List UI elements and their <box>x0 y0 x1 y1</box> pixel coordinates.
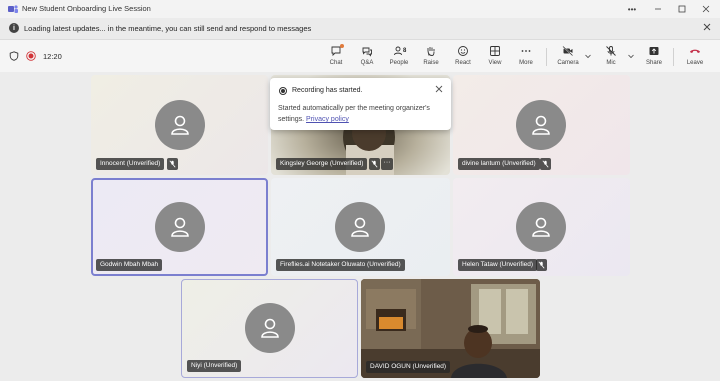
react-label: React <box>455 60 471 66</box>
mic-muted-icon <box>536 259 547 271</box>
recording-notification: Recording has started. Started automatic… <box>270 78 451 130</box>
minimize-button[interactable] <box>648 2 668 16</box>
mic-muted-icon <box>540 158 551 170</box>
teams-logo-icon <box>8 5 18 13</box>
raise-label: Raise <box>423 60 439 66</box>
participant-name: DAVID OGUN (Unverified) <box>366 361 451 373</box>
window-title: New Student Onboarding Live Session <box>22 4 151 13</box>
shield-icon[interactable] <box>9 51 19 61</box>
hand-icon <box>427 47 435 56</box>
participant-name: Fireflies.ai Notetaker Oluwato (Unverifi… <box>276 259 405 271</box>
phone-hangup-icon <box>690 49 700 53</box>
more-button[interactable]: More <box>511 43 541 71</box>
person-icon <box>261 318 279 338</box>
view-button[interactable]: View <box>480 43 510 71</box>
title-bar: New Student Onboarding Live Session ••• <box>0 0 720 18</box>
react-button[interactable]: React <box>448 43 478 71</box>
person-icon <box>171 115 189 135</box>
toolbar-divider <box>673 48 674 66</box>
close-icon <box>435 85 443 93</box>
chat-button[interactable]: Chat <box>321 43 351 71</box>
grid-icon <box>490 46 500 56</box>
participant-tile[interactable]: Innocent (Unverified) <box>91 75 268 175</box>
person-icon <box>532 115 550 135</box>
notification-body: Started automatically per the meeting or… <box>278 103 448 125</box>
mic-button[interactable]: Mic <box>596 43 626 71</box>
recording-icon[interactable] <box>26 51 36 61</box>
camera-button[interactable]: Camera <box>553 43 583 71</box>
privacy-policy-link[interactable]: Privacy policy <box>306 116 349 123</box>
mic-muted-icon <box>369 158 380 170</box>
minimize-icon <box>655 8 661 10</box>
person-icon <box>171 217 189 237</box>
leave-button[interactable]: Leave <box>680 43 710 71</box>
mic-label: Mic <box>606 60 616 66</box>
avatar <box>516 202 566 252</box>
camera-label: Camera <box>557 60 579 66</box>
view-label: View <box>488 60 502 66</box>
maximize-icon <box>678 5 686 13</box>
toolbar-divider <box>546 48 547 66</box>
banner-close-button[interactable] <box>701 22 713 34</box>
participant-name: Kingsley George (Unverified) <box>276 158 368 170</box>
notification-message: Started automatically per the meeting or… <box>278 105 430 123</box>
chat-label: Chat <box>329 60 343 66</box>
people-button[interactable]: 8 People <box>384 43 414 71</box>
smiley-icon <box>458 46 468 56</box>
info-icon: i <box>9 23 19 33</box>
banner-message: Loading latest updates... in the meantim… <box>24 24 312 33</box>
share-icon <box>649 47 659 55</box>
raise-hand-button[interactable]: Raise <box>416 43 446 71</box>
camera-off-icon <box>562 45 573 57</box>
participant-more-button[interactable]: ··· <box>381 158 393 170</box>
meeting-toolbar: 12:20 Chat Q&A 8 People Raise React View… <box>0 40 720 72</box>
avatar <box>516 100 566 150</box>
participant-tile[interactable]: Helen Tataw (Unverified) <box>453 178 630 276</box>
participant-tile[interactable]: divine lantum (Unverified) <box>453 75 630 175</box>
maximize-button[interactable] <box>672 2 692 16</box>
person-icon <box>351 217 369 237</box>
people-label: People <box>389 60 409 66</box>
participant-tile[interactable]: Fireflies.ai Notetaker Oluwato (Unverifi… <box>271 178 450 276</box>
avatar <box>245 303 295 353</box>
close-icon <box>703 23 711 31</box>
window-more-button[interactable]: ••• <box>622 2 642 16</box>
people-count: 8 <box>403 48 407 54</box>
share-label: Share <box>645 60 662 66</box>
mic-options-chevron-icon[interactable] <box>627 52 635 60</box>
avatar <box>155 202 205 252</box>
participant-name: Helen Tataw (Unverified) <box>458 259 538 271</box>
person-icon <box>532 217 550 237</box>
participant-name: divine lantum (Unverified) <box>458 158 540 170</box>
participant-tile-active-speaker[interactable]: Godwin Mbah Mbah <box>91 178 268 276</box>
close-window-button[interactable] <box>696 2 716 16</box>
ellipsis-icon: ••• <box>627 4 637 14</box>
leave-label: Leave <box>686 60 704 66</box>
mic-muted-icon <box>167 158 178 170</box>
camera-options-chevron-icon[interactable] <box>584 52 592 60</box>
more-icon <box>521 50 531 52</box>
participant-tile[interactable]: Niyi (Unverified) <box>181 279 358 378</box>
notification-close-button[interactable] <box>434 85 444 95</box>
qa-button[interactable]: Q&A <box>352 43 382 71</box>
participant-name: Godwin Mbah Mbah <box>96 259 163 271</box>
mic-off-icon <box>606 46 616 56</box>
more-label: More <box>519 60 533 66</box>
participant-name: Niyi (Unverified) <box>187 360 242 372</box>
close-icon <box>702 5 710 13</box>
participant-name: Innocent (Unverified) <box>96 158 165 170</box>
avatar <box>155 100 205 150</box>
meeting-timer: 12:20 <box>43 52 62 61</box>
share-button[interactable]: Share <box>639 43 669 71</box>
info-banner: i Loading latest updates... in the meant… <box>0 18 720 40</box>
avatar <box>335 202 385 252</box>
qa-label: Q&A <box>360 60 374 66</box>
qa-icon <box>362 47 372 57</box>
recording-icon <box>279 87 287 95</box>
participant-video-tile[interactable]: DAVID OGUN (Unverified) <box>361 279 540 378</box>
notification-title: Recording has started. <box>292 87 363 94</box>
unread-badge <box>340 44 344 48</box>
